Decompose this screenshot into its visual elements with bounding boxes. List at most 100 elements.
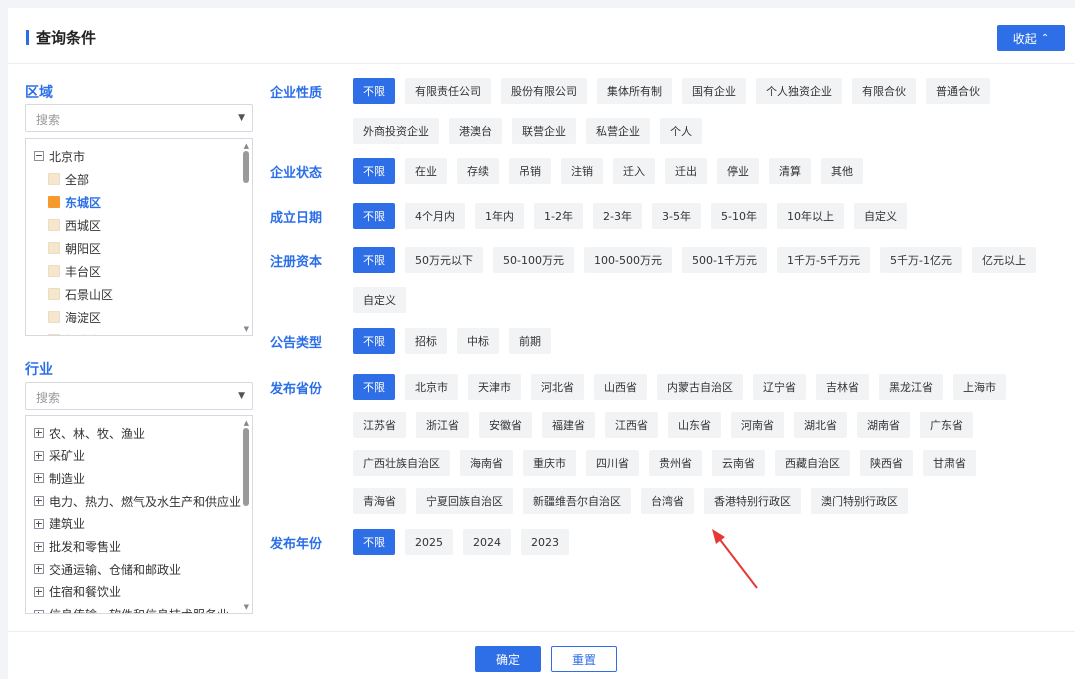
filter-chip-province[interactable]: 黑龙江省: [879, 374, 943, 400]
filter-chip-province[interactable]: 吉林省: [816, 374, 869, 400]
filter-chip-province[interactable]: 湖北省: [794, 412, 847, 438]
filter-chip-nature[interactable]: 不限: [353, 78, 395, 104]
filter-chip-status[interactable]: 吊销: [509, 158, 551, 184]
expand-plus-icon[interactable]: [34, 450, 44, 461]
region-tree[interactable]: ▲ ▼ 北京市全部东城区西城区朝阳区丰台区石景山区海淀区门头沟区: [25, 138, 253, 336]
scroll-down-icon[interactable]: ▼: [244, 603, 249, 611]
filter-chip-province[interactable]: 重庆市: [523, 450, 576, 476]
expand-plus-icon[interactable]: [34, 564, 44, 575]
scroll-up-icon[interactable]: ▲: [244, 142, 249, 150]
filter-chip-province[interactable]: 陕西省: [860, 450, 913, 476]
filter-chip-province[interactable]: 海南省: [460, 450, 513, 476]
filter-chip-province[interactable]: 贵州省: [649, 450, 702, 476]
filter-chip-province[interactable]: 浙江省: [416, 412, 469, 438]
filter-chip-province[interactable]: 澳门特别行政区: [811, 488, 908, 514]
filter-chip-capital[interactable]: 50-100万元: [493, 247, 574, 273]
expand-plus-icon[interactable]: [34, 609, 44, 613]
filter-chip-nature[interactable]: 外商投资企业: [353, 118, 439, 144]
region-search-input[interactable]: 搜索 ▼: [25, 104, 253, 132]
filter-chip-founded[interactable]: 4个月内: [405, 203, 465, 229]
filter-chip-province[interactable]: 内蒙古自治区: [657, 374, 743, 400]
filter-chip-notice[interactable]: 不限: [353, 328, 395, 354]
industry-tree-node[interactable]: 信息传输、软件和信息技术服务业: [34, 605, 229, 613]
region-option[interactable]: 西城区: [48, 215, 101, 235]
filter-chip-notice[interactable]: 前期: [509, 328, 551, 354]
expand-plus-icon[interactable]: [34, 473, 44, 484]
tree-node-province[interactable]: 北京市: [34, 146, 85, 166]
filter-chip-capital[interactable]: 5千万-1亿元: [880, 247, 962, 273]
filter-chip-province[interactable]: 青海省: [353, 488, 406, 514]
checkbox-icon[interactable]: [48, 311, 60, 323]
filter-chip-nature[interactable]: 个人独资企业: [756, 78, 842, 104]
filter-chip-province[interactable]: 天津市: [468, 374, 521, 400]
filter-chip-capital[interactable]: 1千万-5千万元: [777, 247, 870, 273]
reset-button[interactable]: 重置: [551, 646, 617, 672]
filter-chip-province[interactable]: 云南省: [712, 450, 765, 476]
filter-chip-province[interactable]: 台湾省: [641, 488, 694, 514]
region-option[interactable]: 全部: [48, 169, 89, 189]
filter-chip-nature[interactable]: 有限合伙: [852, 78, 916, 104]
filter-chip-capital[interactable]: 100-500万元: [584, 247, 672, 273]
filter-chip-notice[interactable]: 中标: [457, 328, 499, 354]
filter-chip-nature[interactable]: 有限责任公司: [405, 78, 491, 104]
checkbox-icon[interactable]: [48, 334, 60, 335]
industry-tree[interactable]: ▲ ▼ 农、林、牧、渔业 采矿业 制造业 电力、热力、燃气及水生产和供应业 建筑业 批发和…: [25, 415, 253, 614]
expand-plus-icon[interactable]: [34, 428, 44, 438]
filter-chip-founded[interactable]: 1-2年: [534, 203, 583, 229]
filter-chip-year[interactable]: 2023: [521, 529, 569, 555]
filter-chip-province[interactable]: 北京市: [405, 374, 458, 400]
filter-chip-founded[interactable]: 自定义: [854, 203, 907, 229]
region-option[interactable]: 门头沟区: [48, 330, 113, 335]
checkbox-icon[interactable]: [48, 265, 60, 277]
filter-chip-province[interactable]: 安徽省: [479, 412, 532, 438]
filter-chip-status[interactable]: 不限: [353, 158, 395, 184]
chevron-down-icon[interactable]: ▼: [238, 113, 245, 123]
filter-chip-capital[interactable]: 不限: [353, 247, 395, 273]
filter-chip-province[interactable]: 河北省: [531, 374, 584, 400]
filter-chip-province[interactable]: 山东省: [668, 412, 721, 438]
filter-chip-capital[interactable]: 500-1千万元: [682, 247, 767, 273]
industry-tree-node[interactable]: 建筑业: [34, 514, 85, 534]
filter-chip-status[interactable]: 清算: [769, 158, 811, 184]
filter-chip-province[interactable]: 河南省: [731, 412, 784, 438]
industry-tree-node[interactable]: 电力、热力、燃气及水生产和供应业: [34, 491, 241, 511]
filter-chip-founded[interactable]: 10年以上: [777, 203, 844, 229]
scroll-down-icon[interactable]: ▼: [244, 325, 249, 333]
expand-plus-icon[interactable]: [34, 541, 44, 552]
filter-chip-nature[interactable]: 国有企业: [682, 78, 746, 104]
industry-tree-node[interactable]: 住宿和餐饮业: [34, 582, 121, 602]
filter-chip-nature[interactable]: 港澳台: [449, 118, 502, 144]
expand-plus-icon[interactable]: [34, 586, 44, 597]
chevron-down-icon[interactable]: ▼: [238, 391, 245, 401]
expand-plus-icon[interactable]: [34, 518, 44, 529]
filter-chip-nature[interactable]: 私营企业: [586, 118, 650, 144]
region-option[interactable]: 丰台区: [48, 261, 101, 281]
confirm-button[interactable]: 确定: [475, 646, 541, 672]
region-option[interactable]: 石景山区: [48, 284, 113, 304]
filter-chip-nature[interactable]: 联营企业: [512, 118, 576, 144]
filter-chip-nature[interactable]: 股份有限公司: [501, 78, 587, 104]
filter-chip-province[interactable]: 山西省: [594, 374, 647, 400]
industry-tree-node[interactable]: 交通运输、仓储和邮政业: [34, 559, 181, 579]
filter-chip-status[interactable]: 迁入: [613, 158, 655, 184]
filter-chip-year[interactable]: 不限: [353, 529, 395, 555]
checkbox-icon[interactable]: [48, 219, 60, 231]
filter-chip-province[interactable]: 上海市: [953, 374, 1006, 400]
industry-tree-node[interactable]: 制造业: [34, 468, 85, 488]
region-option[interactable]: 海淀区: [48, 307, 101, 327]
filter-chip-status[interactable]: 迁出: [665, 158, 707, 184]
region-option[interactable]: 朝阳区: [48, 238, 101, 258]
filter-chip-capital[interactable]: 自定义: [353, 287, 406, 313]
checkbox-icon[interactable]: [48, 173, 60, 185]
filter-chip-province[interactable]: 不限: [353, 374, 395, 400]
filter-chip-province[interactable]: 四川省: [586, 450, 639, 476]
region-scrollbar-thumb[interactable]: [243, 151, 249, 183]
filter-chip-capital[interactable]: 50万元以下: [405, 247, 483, 273]
filter-chip-nature[interactable]: 普通合伙: [926, 78, 990, 104]
checkbox-icon[interactable]: [48, 196, 60, 208]
filter-chip-province[interactable]: 江西省: [605, 412, 658, 438]
region-option[interactable]: 东城区: [48, 192, 101, 212]
checkbox-icon[interactable]: [48, 242, 60, 254]
filter-chip-founded[interactable]: 1年内: [475, 203, 524, 229]
industry-tree-node[interactable]: 批发和零售业: [34, 537, 121, 557]
